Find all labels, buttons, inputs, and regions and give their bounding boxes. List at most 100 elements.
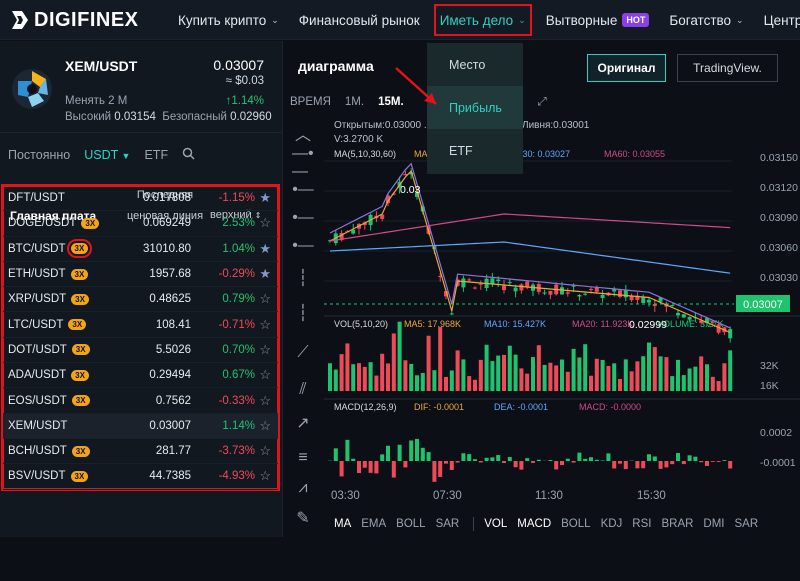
nav-label: Вытворные xyxy=(546,13,618,28)
market-row[interactable]: DOT/USDT3X5.50260.70%☆ xyxy=(3,338,278,363)
tf-1m[interactable]: 1М. xyxy=(345,96,364,109)
arrow-line-icon[interactable]: ↗ xyxy=(292,412,314,434)
macd-bar xyxy=(490,457,494,461)
nav-item-3[interactable]: ВытворныеHOT xyxy=(536,0,660,40)
ray-icon[interactable]: •— xyxy=(292,207,314,229)
indicator-main-ma[interactable]: MA xyxy=(334,518,351,530)
market-row[interactable]: ETH/USDT3X1957.68-0.29%★ xyxy=(3,262,278,287)
favorite-star-icon[interactable]: ☆ xyxy=(259,367,271,383)
horizontal-line-icon[interactable]: •— xyxy=(292,179,314,201)
price-line-icon[interactable]: •— xyxy=(292,235,314,257)
nav-label: Финансовый рынок xyxy=(299,13,420,28)
macd-bar xyxy=(641,461,645,468)
market-row[interactable]: BCH/USDT3X281.77-3.73%☆ xyxy=(3,439,278,464)
indicator-sub-brar[interactable]: BRAR xyxy=(661,518,693,530)
segment-icon[interactable]: ┆ xyxy=(292,302,314,324)
indicator-sub-sar[interactable]: SAR xyxy=(735,518,759,530)
macd-bar xyxy=(508,457,512,461)
candle-body xyxy=(461,278,465,287)
indicator-main-boll[interactable]: BOLL xyxy=(396,518,425,530)
favorite-star-icon[interactable]: ☆ xyxy=(259,443,271,459)
tradingview-button[interactable]: TradingView. xyxy=(677,54,778,82)
fib-icon[interactable]: ≡ xyxy=(292,447,314,469)
original-chart-button[interactable]: Оригинал xyxy=(587,54,666,82)
brush-icon[interactable]: ✎ xyxy=(292,507,314,529)
nav-item-2[interactable]: Иметь дело⌄ xyxy=(430,0,536,40)
low-marker: 0.02999 xyxy=(629,319,667,331)
candle-body xyxy=(612,289,616,291)
vertical-line-icon[interactable]: ┆ xyxy=(292,267,314,289)
favorite-star-icon[interactable]: ★ xyxy=(259,241,271,257)
nav-item-0[interactable]: Купить крипто⌄ xyxy=(168,0,289,40)
ma60-line xyxy=(330,214,730,241)
market-row[interactable]: XRP/USDT3X0.486250.79%☆ xyxy=(3,287,278,312)
nav-label: Богатство xyxy=(669,13,731,28)
volume-bar xyxy=(398,322,402,391)
indicator-sub-kdj[interactable]: KDJ xyxy=(601,518,623,530)
nav-item-4[interactable]: Богатство⌄ xyxy=(659,0,753,40)
dd-etf[interactable]: ETF xyxy=(427,129,523,172)
volume-bar xyxy=(659,356,663,391)
nav-item-1[interactable]: Финансовый рынок xyxy=(289,0,430,40)
indicator-sub-rsi[interactable]: RSI xyxy=(632,518,651,530)
pattern-icon[interactable]: ⩘ xyxy=(292,477,314,499)
volume-bar xyxy=(427,336,431,391)
trend-line-icon[interactable]: ⟋ xyxy=(292,342,314,364)
favorite-star-icon[interactable]: ☆ xyxy=(259,393,271,409)
favorite-star-icon[interactable]: ★ xyxy=(259,266,271,282)
favorite-star-icon[interactable]: ★ xyxy=(259,190,271,206)
volume-bar xyxy=(351,364,355,391)
fullscreen-icon[interactable]: ⤢ xyxy=(538,96,547,109)
tab-etf[interactable]: ETF xyxy=(144,148,168,162)
macd-bar xyxy=(566,459,570,461)
favorite-star-icon[interactable]: ☆ xyxy=(259,291,271,307)
macd-bar xyxy=(409,440,413,461)
macd-bar xyxy=(664,461,668,467)
macd-bar xyxy=(334,448,338,461)
last-price: 31010.80 xyxy=(143,243,191,255)
macd-bar xyxy=(525,458,529,461)
macd-bar xyxy=(717,461,721,462)
favorite-star-icon[interactable]: ☆ xyxy=(259,342,271,358)
indicator-main-sar[interactable]: SAR xyxy=(436,518,460,530)
candle-body xyxy=(473,288,477,289)
y-tick: 0.03030 xyxy=(760,272,798,284)
brand-logo[interactable]: DIGIFINEX xyxy=(10,8,139,32)
indicator-sub-macd[interactable]: MACD xyxy=(517,518,551,530)
volume-bar xyxy=(409,364,413,391)
favorite-star-icon[interactable]: ☆ xyxy=(259,317,271,333)
volume-bar xyxy=(688,369,692,391)
nav-item-5[interactable]: Центр по xyxy=(754,0,800,40)
market-row[interactable]: EOS/USDT3X0.7562-0.33%☆ xyxy=(3,388,278,413)
tab-usdt[interactable]: USDT ▼ xyxy=(84,148,130,162)
market-row[interactable]: DOGE/USDT3X0.0692492.53%☆ xyxy=(3,211,278,236)
favorite-star-icon[interactable]: ☆ xyxy=(259,215,271,231)
indicator-main-ema[interactable]: EMA xyxy=(361,518,386,530)
favorite-star-icon[interactable]: ☆ xyxy=(259,418,271,434)
macd-bar xyxy=(583,459,587,461)
tab-permanent[interactable]: Постоянно xyxy=(8,148,70,162)
change-percent: -0.71% xyxy=(219,319,255,331)
candle-body xyxy=(543,293,547,294)
volume-bar xyxy=(386,363,390,391)
indicator-sub-vol[interactable]: VOL xyxy=(484,518,507,530)
market-row[interactable]: XEM/USDT0.030071.14%☆ xyxy=(3,414,278,439)
channel-icon[interactable]: ⫽ xyxy=(292,379,314,401)
market-row[interactable]: BTC/USDT3X31010.801.04%★ xyxy=(3,237,278,262)
market-row[interactable]: ADA/USDT3X0.294940.67%☆ xyxy=(3,363,278,388)
indicator-sub-boll[interactable]: BOLL xyxy=(561,518,590,530)
volume-bar xyxy=(589,376,593,391)
collapse-icon[interactable]: ︿ xyxy=(292,122,314,144)
macd-bar xyxy=(589,457,593,461)
market-row[interactable]: LTC/USDT3X108.41-0.71%☆ xyxy=(3,312,278,337)
volume-bar xyxy=(456,350,460,391)
market-row[interactable]: BSV/USDT3X44.7385-4.93%☆ xyxy=(3,464,278,489)
tf-time[interactable]: ВРЕМЯ xyxy=(290,96,331,109)
search-icon[interactable] xyxy=(182,147,195,163)
volume-bar xyxy=(508,346,512,391)
market-row[interactable]: DFT/USDT0.017808-1.15%★ xyxy=(3,186,278,211)
crosshair-icon[interactable]: —•— xyxy=(292,152,314,174)
favorite-star-icon[interactable]: ☆ xyxy=(259,468,271,484)
indicator-sub-dmi[interactable]: DMI xyxy=(703,518,724,530)
macd-bar xyxy=(363,461,367,468)
